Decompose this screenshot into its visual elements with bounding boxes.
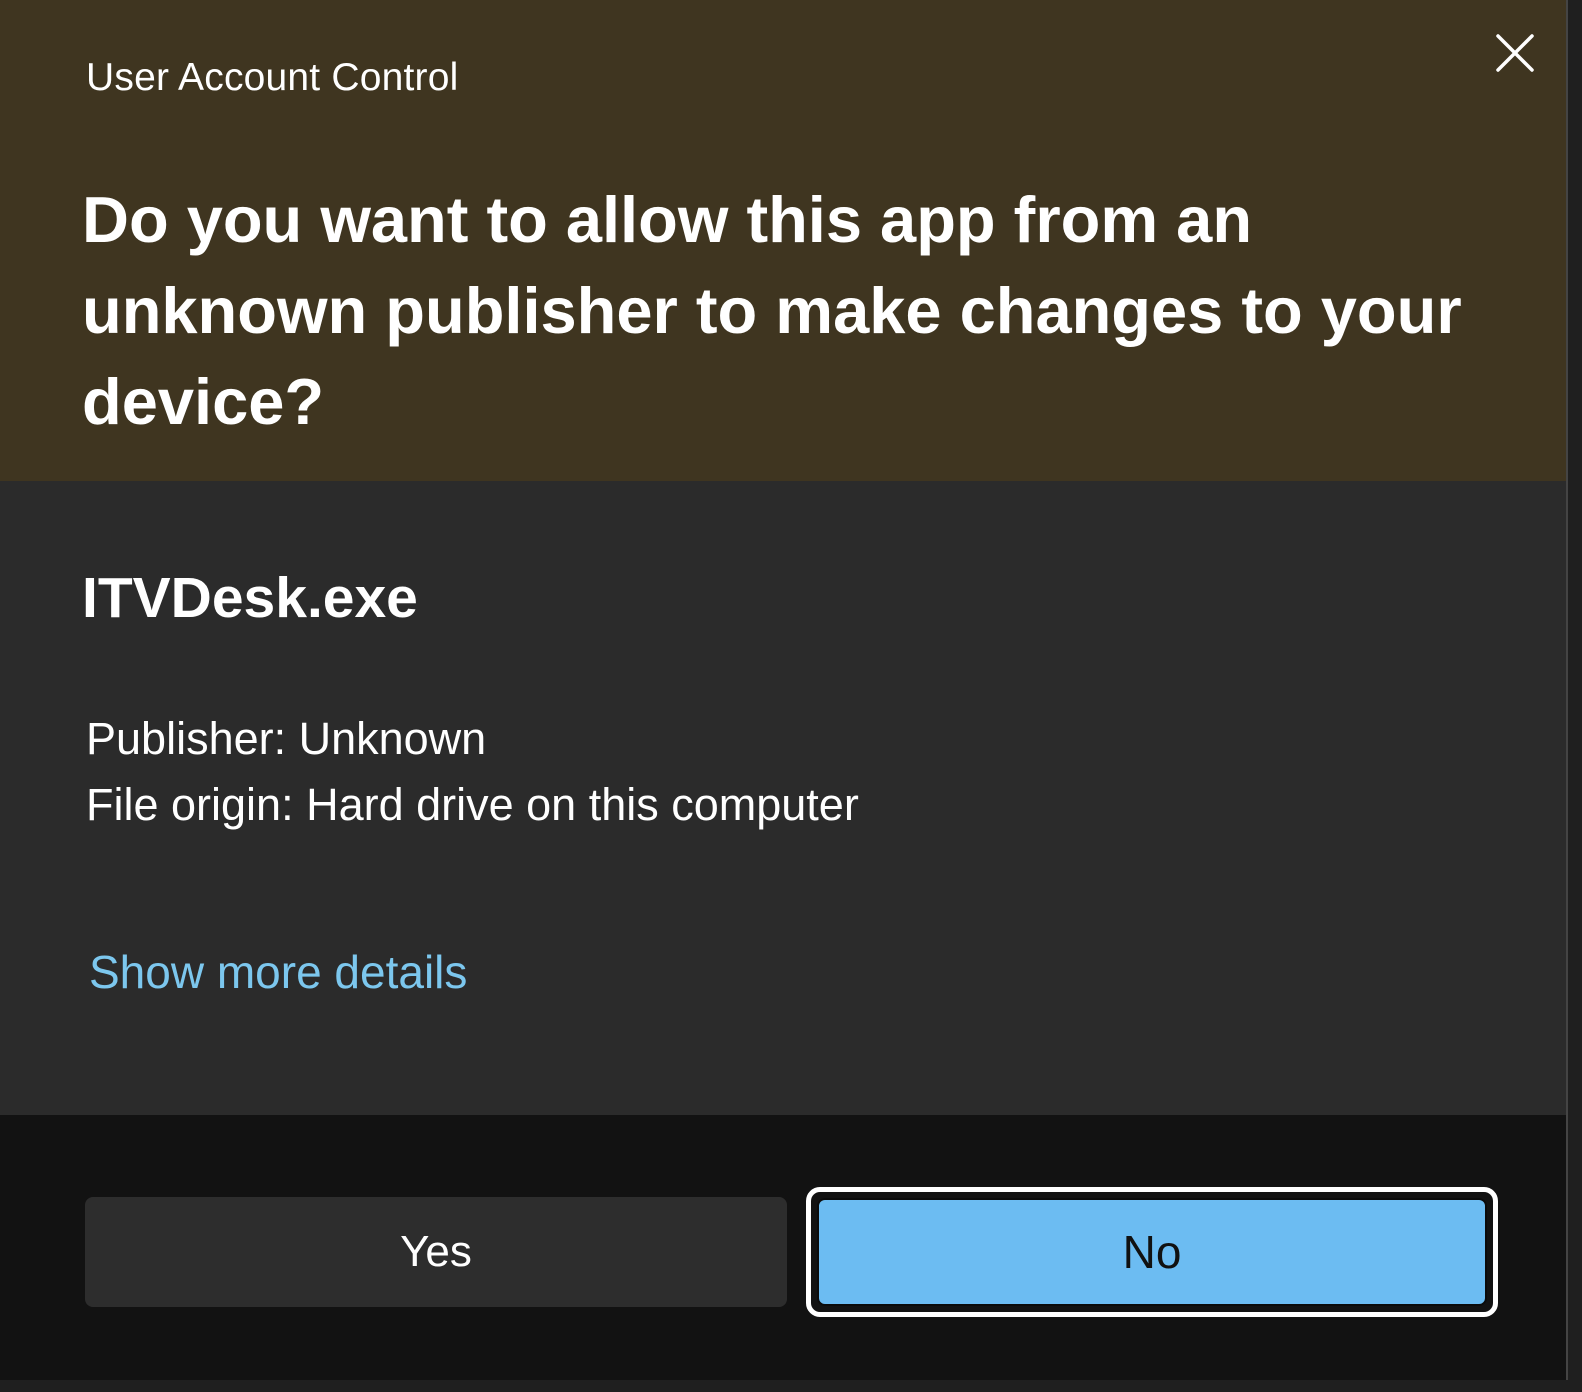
uac-dialog: User Account Control Do you want to allo… — [0, 0, 1568, 1380]
show-more-details-link[interactable]: Show more details — [89, 945, 467, 999]
close-icon — [1488, 24, 1544, 80]
permission-question: Do you want to allow this app from an un… — [82, 183, 1462, 438]
no-button-label: No — [817, 1198, 1487, 1306]
app-name: ITVDesk.exe — [82, 566, 418, 630]
dialog-header: User Account Control Do you want to allo… — [0, 0, 1566, 481]
dialog-title: User Account Control — [86, 56, 459, 99]
file-origin-text: File origin: Hard drive on this computer — [86, 779, 859, 830]
dialog-footer: Yes No — [0, 1115, 1566, 1380]
no-button[interactable]: No — [806, 1187, 1498, 1317]
yes-button[interactable]: Yes — [85, 1197, 787, 1307]
publisher-text: Publisher: Unknown — [86, 713, 487, 764]
dialog-body: ITVDesk.exe Publisher: Unknown File orig… — [0, 481, 1566, 1115]
close-button[interactable] — [1488, 24, 1544, 80]
